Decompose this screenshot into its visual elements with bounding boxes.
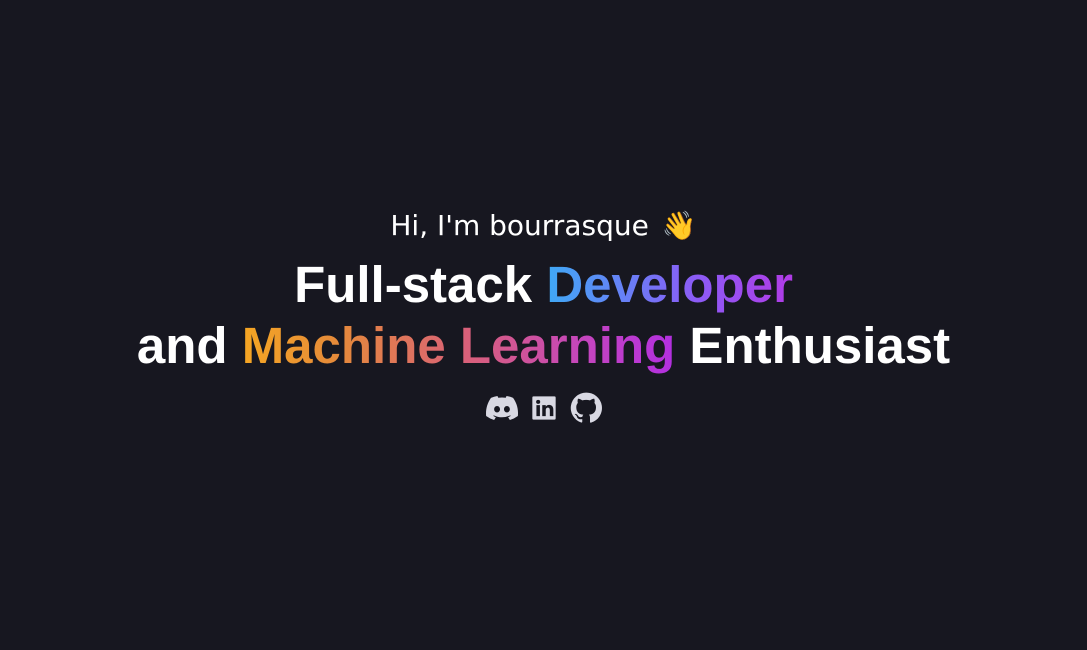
headline-line-1: Full-stack Developer: [0, 254, 1087, 316]
headline-plain-text: and: [136, 317, 242, 374]
headline-plain-text: Full-stack: [294, 256, 547, 313]
github-link[interactable]: [570, 392, 602, 424]
hero-section: Hi, I'm bourrasque 👋 Full-stack Develope…: [0, 0, 1087, 650]
headline-plain-text: Enthusiast: [675, 317, 951, 374]
greeting-text: Hi, I'm bourrasque: [390, 209, 649, 242]
github-icon: [570, 392, 602, 423]
headline-highlight-machine-learning: Machine Learning: [241, 317, 676, 374]
headline-line-2: and Machine Learning Enthusiast: [0, 315, 1087, 377]
waving-hand-icon: 👋: [661, 209, 697, 242]
greeting: Hi, I'm bourrasque 👋: [0, 204, 1087, 248]
social-links: [0, 392, 1087, 424]
discord-icon: [485, 396, 518, 420]
linkedin-icon: [531, 396, 556, 420]
headline-highlight-developer: Developer: [546, 256, 793, 313]
linkedin-link[interactable]: [530, 392, 558, 424]
discord-link[interactable]: [485, 392, 518, 424]
